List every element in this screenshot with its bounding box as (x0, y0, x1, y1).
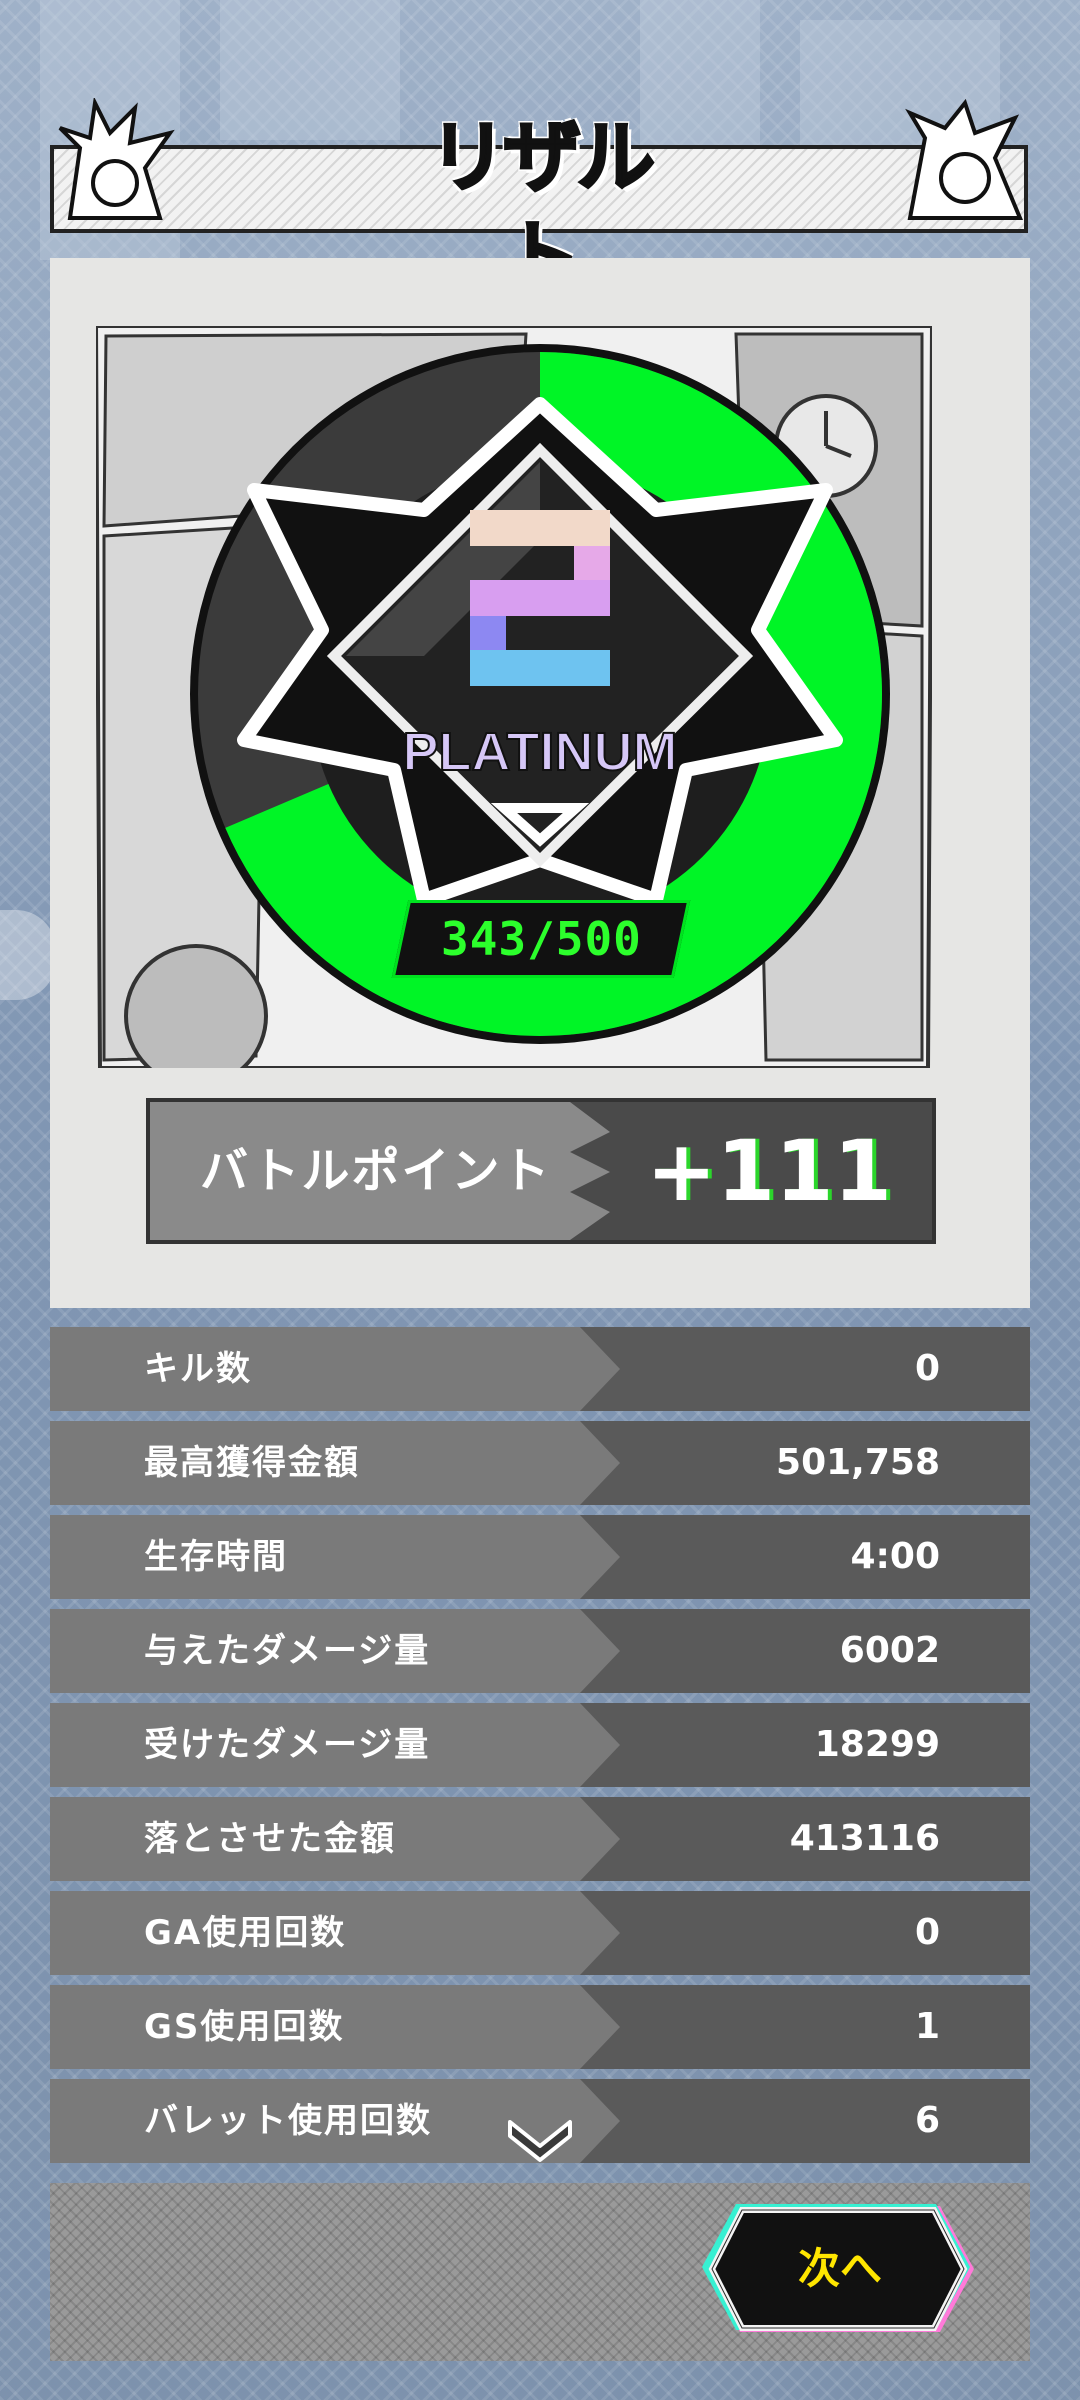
stat-row-damage-taken: 受けたダメージ量 18299 (50, 1703, 1030, 1787)
stat-value: 501,758 (776, 1442, 940, 1483)
stat-value: 0 (914, 1912, 940, 1953)
stats-list: キル数 0 最高獲得金額 501,758 生存時間 4:00 与えたダメージ量 6002… (50, 1327, 1030, 2173)
stat-row-max-money: 最高獲得金額 501,758 (50, 1421, 1030, 1505)
next-button-label[interactable]: 次へ (700, 2200, 980, 2338)
stat-row-survival-time: 生存時間 4:00 (50, 1515, 1030, 1599)
battle-points-value: +111 (646, 1122, 892, 1220)
stat-value: 0 (914, 1348, 940, 1389)
battle-points-label: バトルポイント (200, 1143, 552, 1199)
stat-value: 1 (914, 2006, 940, 2047)
stat-label: キル数 (144, 1349, 252, 1389)
stat-value: 413116 (789, 1818, 940, 1859)
rank-points-text: 343/500 (440, 912, 642, 966)
stat-value: 6 (914, 2100, 940, 2141)
stat-value: 4:00 (850, 1536, 940, 1577)
stat-label: 与えたダメージ量 (144, 1631, 431, 1671)
scroll-down-chevron-icon[interactable] (506, 2108, 574, 2168)
stat-value: 18299 (814, 1724, 940, 1765)
stat-label: GA使用回数 (144, 1913, 347, 1953)
page-title: リザルト (427, 112, 656, 305)
stat-row-kills: キル数 0 (50, 1327, 1030, 1411)
character-illustration-right (905, 98, 1023, 220)
character-illustration-left (58, 98, 175, 220)
stat-label: 受けたダメージ量 (144, 1725, 431, 1765)
stat-label: 最高獲得金額 (144, 1443, 360, 1483)
stat-label: 落とさせた金額 (144, 1819, 396, 1859)
stat-value: 6002 (839, 1630, 940, 1671)
stat-label: 生存時間 (144, 1537, 288, 1577)
rank-points-badge: 343/500 (391, 900, 691, 978)
stat-row-gs-uses: GS使用回数 1 (50, 1985, 1030, 2069)
stat-row-money-dropped: 落とさせた金額 413116 (50, 1797, 1030, 1881)
battle-points-box: バトルポイント +111 (146, 1098, 936, 1244)
stat-label: GS使用回数 (144, 2007, 345, 2047)
stat-row-ga-uses: GA使用回数 0 (50, 1891, 1030, 1975)
stat-label: バレット使用回数 (144, 2101, 432, 2141)
rank-level-glyph (470, 510, 610, 686)
stat-row-damage-dealt: 与えたダメージ量 6002 (50, 1609, 1030, 1693)
rank-tier-text: PLATINUM (403, 722, 678, 782)
